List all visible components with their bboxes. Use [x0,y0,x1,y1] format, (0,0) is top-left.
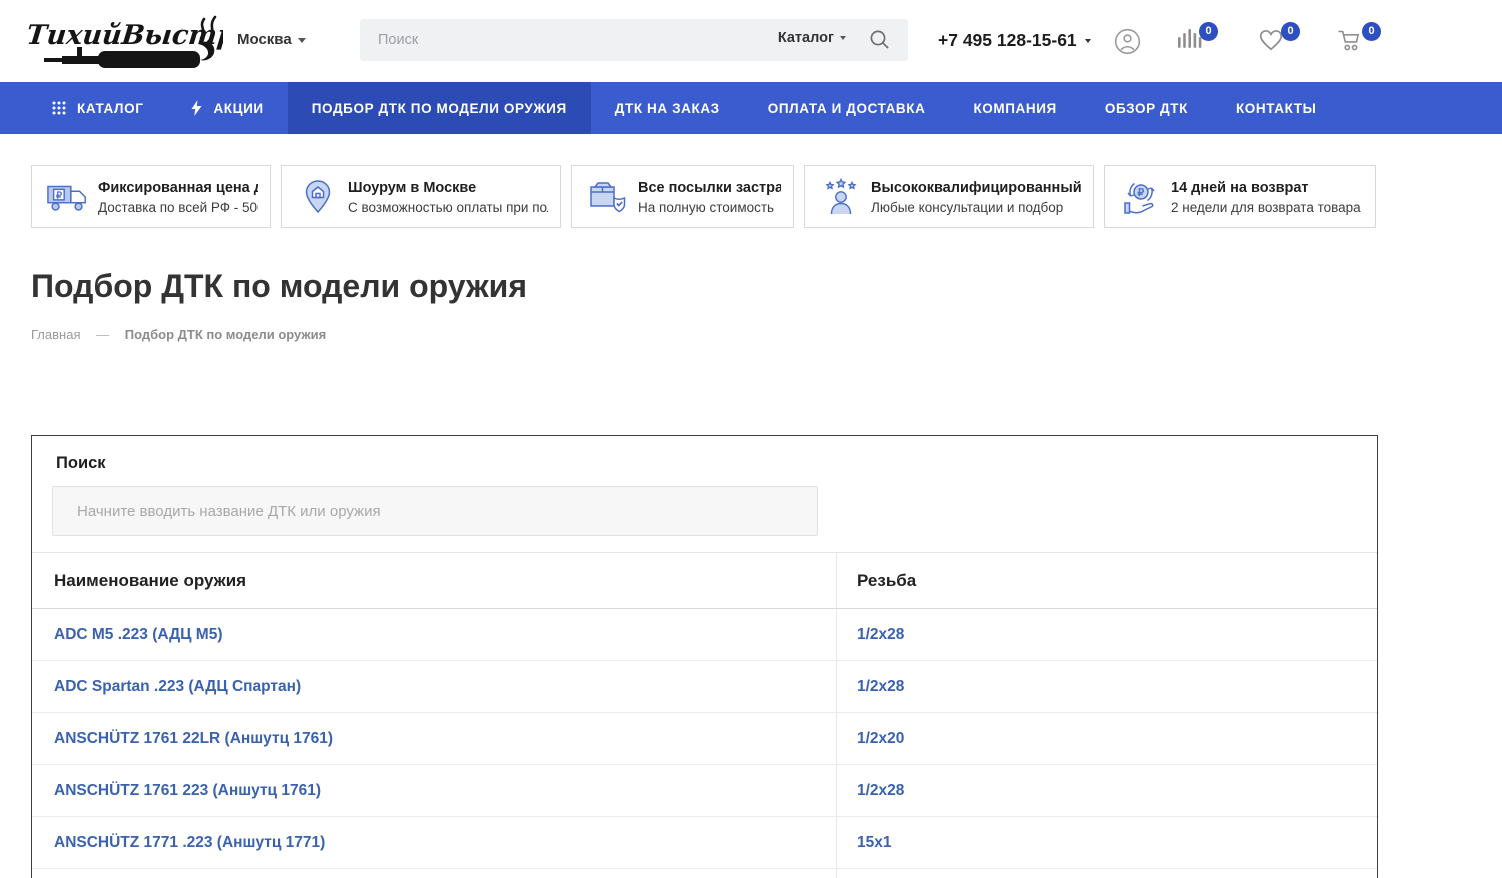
table-row: ADC M5 .223 (АДЦ М5) 1/2x28 [32,609,1377,661]
feature-subtitle: На полную стоимость [638,200,781,215]
breadcrumb-home-link[interactable]: Главная [31,327,80,342]
chevron-down-icon [298,38,306,43]
nav-item-dtk-by-weapon[interactable]: ПОДБОР ДТК ПО МОДЕЛИ ОРУЖИЯ [288,82,591,134]
cart-button[interactable]: 0 [1337,28,1365,57]
weapons-table: Наименование оружия Резьба ADC M5 .223 (… [32,552,1377,878]
table-row: ANSCHÜTZ 1761 22LR (Аншутц 1761) 1/2x20 [32,713,1377,765]
column-header-thread: Резьба [857,571,916,591]
nav-item-promos[interactable]: АКЦИИ [167,82,287,134]
finder-search-label: Поиск [56,454,1377,473]
user-icon [1114,28,1141,55]
favorites-count-badge: 0 [1281,22,1300,41]
search-catalog-label: Каталог [778,30,834,46]
nav-item-dtk-review[interactable]: ОБЗОР ДТК [1081,82,1212,134]
breadcrumb: Главная — Подбор ДТК по модели оружия [31,327,326,342]
nav-item-contacts[interactable]: КОНТАКТЫ [1212,82,1340,134]
feature-badges: ₽ Фиксированная цена доставки Доставка п… [31,165,1378,228]
feature-subtitle: С возможностью оплаты при получении [348,200,548,215]
table-header-row: Наименование оружия Резьба [32,553,1377,609]
nav-label: КОМПАНИЯ [973,101,1056,116]
nav-item-company[interactable]: КОМПАНИЯ [949,82,1080,134]
city-label: Москва [237,31,292,48]
weapon-link[interactable]: ANSCHÜTZ 1761 223 (Аншутц 1761) [54,782,321,800]
thread-link[interactable]: 1/2x28 [857,626,904,644]
weapon-link[interactable]: ADC M5 .223 (АДЦ М5) [54,626,223,644]
header: ТихийВыстрел Москва Поиск Каталог [0,0,1502,82]
feature-returns: ₽ 14 дней на возврат 2 недели для возвра… [1104,165,1376,228]
table-row: ANSCHÜTZ 1761 223 (Аншутц 1761) 1/2x28 [32,765,1377,817]
weapon-link[interactable]: ANSCHÜTZ 1761 22LR (Аншутц 1761) [54,730,333,748]
nav-item-catalog[interactable]: КАТАЛОГ [28,82,167,134]
nav-label: ДТК НА ЗАКАЗ [615,101,720,116]
nav-label: ОБЗОР ДТК [1105,101,1188,116]
return-icon: ₽ [1119,178,1163,216]
breadcrumb-current: Подбор ДТК по модели оружия [125,327,327,342]
nav-label: ПОДБОР ДТК ПО МОДЕЛИ ОРУЖИЯ [312,101,567,116]
phone-number[interactable]: +7 495 128-15-61 [938,30,1091,51]
thread-link[interactable]: 1/2x20 [857,730,904,748]
logo[interactable]: ТихийВыстрел [28,4,223,78]
weapon-link[interactable]: ADC Spartan .223 (АДЦ Спартан) [54,678,301,696]
thread-link[interactable]: 15x1 [857,834,891,852]
feature-title: Фиксированная цена доставки [98,180,258,196]
thread-link[interactable]: 1/2x28 [857,782,904,800]
feature-title: Высококвалифицированный персонал [871,180,1081,196]
feature-subtitle: 2 недели для возврата товара и денег [1171,200,1363,215]
nav-label: ОПЛАТА И ДОСТАВКА [768,101,926,116]
nav-label: АКЦИИ [213,101,263,116]
header-search: Поиск Каталог [360,19,908,61]
feature-title: Шоурум в Москве [348,180,476,196]
account-button[interactable] [1114,28,1141,60]
table-row: ANSCHÜTZ 1771 .223 (Аншутц 1771) 15x1 [32,817,1377,869]
feature-title: 14 дней на возврат [1171,180,1309,196]
svg-text:₽: ₽ [56,190,63,201]
feature-title: Все посылки застрахованы [638,180,781,196]
header-search-placeholder[interactable]: Поиск [378,32,418,48]
compare-button[interactable]: 0 [1178,28,1202,53]
staff-icon [819,178,863,216]
main-nav: КАТАЛОГ АКЦИИ ПОДБОР ДТК ПО МОДЕЛИ ОРУЖИ… [0,82,1502,134]
feature-subtitle: Доставка по всей РФ - 500 руб [98,200,258,215]
phone-label: +7 495 128-15-61 [938,30,1077,50]
page-title: Подбор ДТК по модели оружия [31,268,527,305]
nav-label: КАТАЛОГ [77,101,143,116]
feature-showroom: Шоурум в Москве С возможностью оплаты пр… [281,165,561,228]
lightning-icon [191,100,202,116]
nav-item-dtk-custom[interactable]: ДТК НА ЗАКАЗ [591,82,744,134]
city-selector[interactable]: Москва [237,31,306,48]
nav-item-payment-delivery[interactable]: ОПЛАТА И ДОСТАВКА [744,82,950,134]
finder-search-input[interactable] [52,486,818,536]
map-pin-icon [296,179,340,215]
cart-icon [1337,28,1365,52]
column-header-weapon: Наименование оружия [54,571,246,591]
feature-insurance: Все посылки застрахованы На полную стоим… [571,165,794,228]
nav-label: КОНТАКТЫ [1236,101,1316,116]
favorites-button[interactable]: 0 [1258,28,1284,56]
svg-text:ТихийВыстрел: ТихийВыстрел [28,20,223,51]
breadcrumb-separator: — [96,327,109,342]
weapon-link[interactable]: ANSCHÜTZ 1771 .223 (Аншутц 1771) [54,834,325,852]
svg-text:₽: ₽ [1138,187,1145,199]
search-catalog-dropdown[interactable]: Каталог [778,30,846,46]
insured-package-icon [586,179,630,215]
feature-staff: Высококвалифицированный персонал Любые к… [804,165,1094,228]
delivery-truck-icon: ₽ [46,180,90,214]
dtk-finder-panel: Поиск Наименование оружия Резьба ADC M5 … [31,435,1378,878]
table-row: ADC Spartan .223 (АДЦ Спартан) 1/2x28 [32,661,1377,713]
feature-delivery: ₽ Фиксированная цена доставки Доставка п… [31,165,271,228]
logo-image: ТихийВыстрел [28,4,223,78]
grid-icon [52,101,66,115]
cart-count-badge: 0 [1362,22,1381,41]
chevron-down-icon [840,36,846,40]
search-icon[interactable] [869,29,890,55]
compare-count-badge: 0 [1199,22,1218,41]
feature-subtitle: Любые консультации и подбор [871,200,1081,215]
page: ТихийВыстрел Москва Поиск Каталог [0,0,1502,878]
thread-link[interactable]: 1/2x28 [857,678,904,696]
chevron-down-icon [1085,39,1091,43]
table-row-partial [32,869,1377,878]
